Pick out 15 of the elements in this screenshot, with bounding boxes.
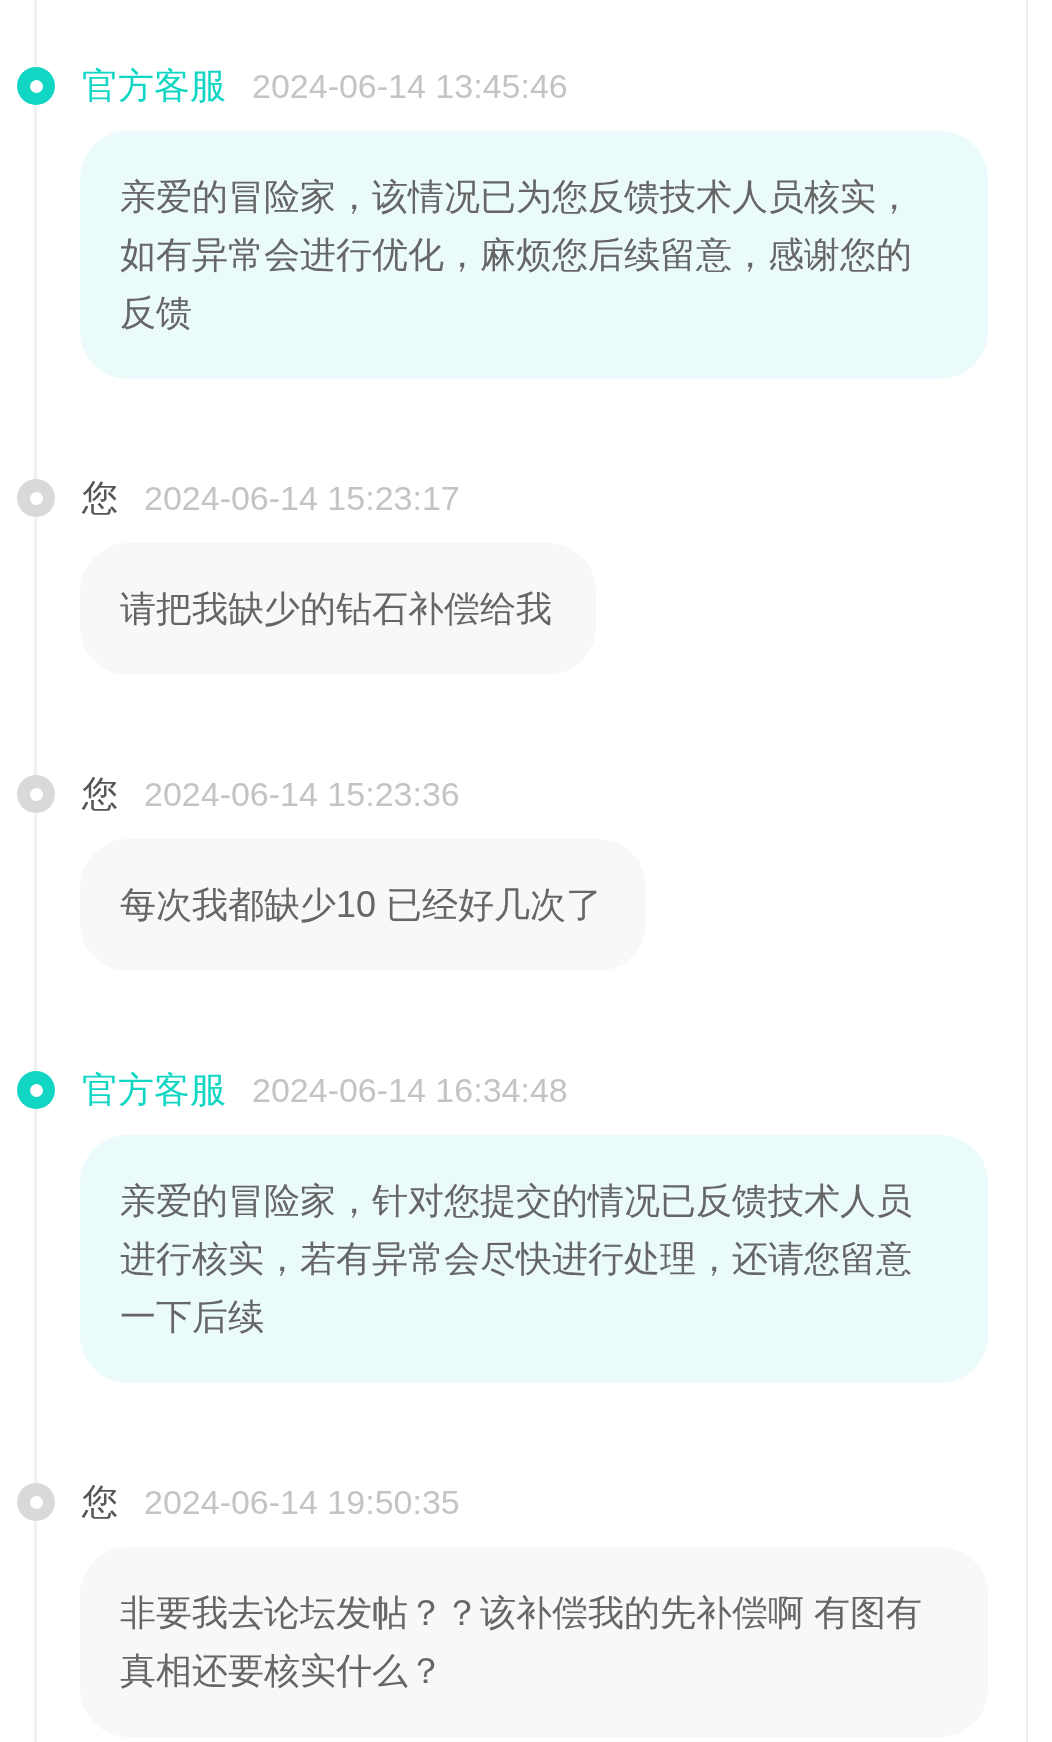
message-time: 2024-06-14 16:34:48: [252, 1073, 568, 1107]
message-bubble: 亲爱的冒险家，该情况已为您反馈技术人员核实，如有异常会进行优化，麻烦您后续留意，感谢您的反馈: [80, 131, 988, 379]
sender-name: 官方客服: [82, 68, 226, 104]
message-time: 2024-06-14 19:50:35: [144, 1485, 460, 1519]
message-time: 2024-06-14 13:45:46: [252, 69, 568, 103]
sender-name: 您: [82, 776, 118, 812]
sender-name: 官方客服: [82, 1072, 226, 1108]
message-bubble: 每次我都缺少10 已经好几次了: [80, 839, 647, 971]
message-time: 2024-06-14 15:23:36: [144, 777, 460, 811]
sender-name: 您: [82, 1484, 118, 1520]
sender-name: 您: [82, 480, 118, 516]
message-time: 2024-06-14 15:23:17: [144, 481, 460, 515]
message-bubble: 请把我缺少的钻石补偿给我: [80, 543, 596, 675]
message-bubble: 非要我去论坛发帖？？该补偿我的先补偿啊 有图有真相还要核实什么？: [80, 1547, 988, 1737]
message-bubble: 亲爱的冒险家，针对您提交的情况已反馈技术人员进行核实，若有异常会尽快进行处理，还请您留意一下后续: [80, 1135, 988, 1383]
